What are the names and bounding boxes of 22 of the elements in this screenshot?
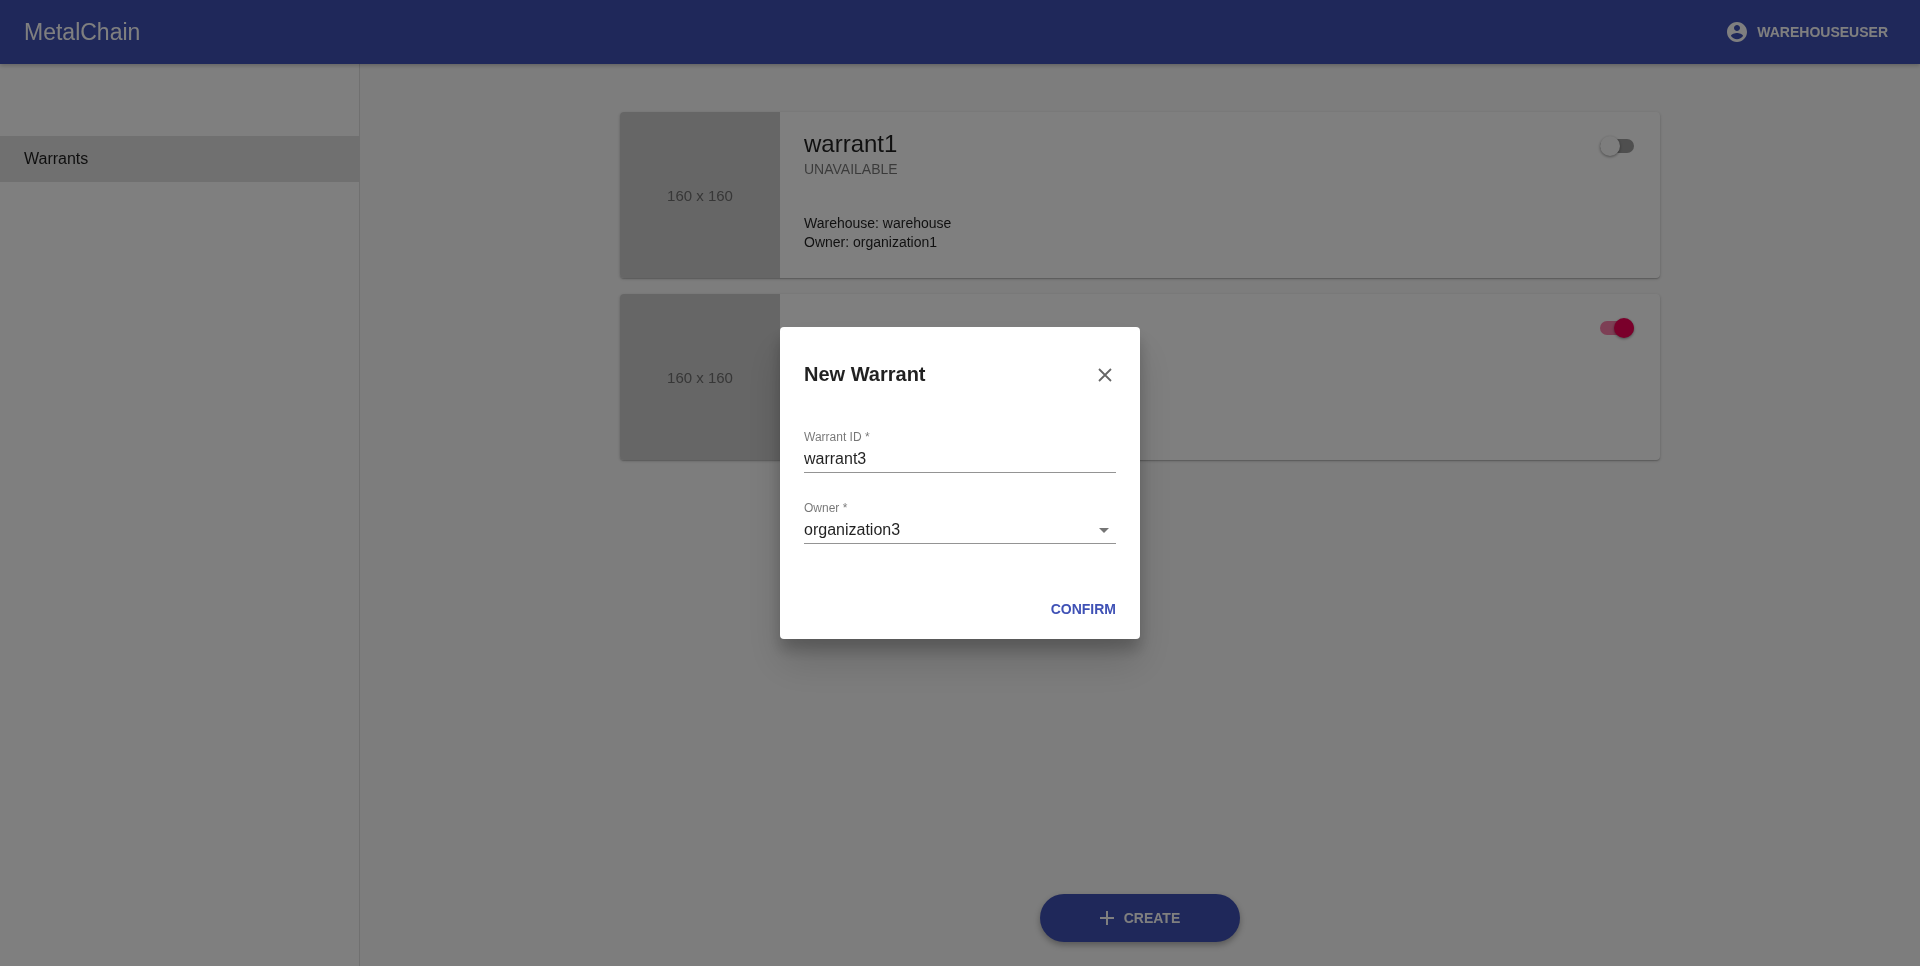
field-label: Owner * (804, 501, 849, 515)
switch-thumb[interactable] (1614, 318, 1634, 338)
switch-thumb[interactable] (1600, 136, 1620, 156)
confirm-button[interactable]: CONFIRM (1050, 595, 1116, 623)
close-icon (1098, 367, 1112, 382)
toggle-switch[interactable] (1600, 139, 1634, 153)
input-field[interactable]: Warrant ID * warrant3 (804, 430, 1116, 473)
app-title: MetalChain (24, 18, 141, 46)
dropdown-arrow-icon (1099, 527, 1109, 533)
dialog-title: New Warrant (804, 363, 926, 386)
field-value: organization3 (804, 521, 901, 539)
plus-icon (1099, 911, 1114, 925)
user-button[interactable]: WAREHOUSEUSER (1717, 14, 1896, 50)
card-status: UNAVAILABLE (804, 160, 899, 177)
card-detail: Owner: organization1 (804, 233, 939, 250)
field-value: warrant3 (804, 450, 867, 468)
card-detail: Warehouse: warehouse (804, 214, 953, 231)
select-field[interactable]: Owner * organization3 (804, 501, 1116, 544)
account-icon (1725, 20, 1750, 44)
create-button[interactable]: CREATE (1040, 894, 1240, 942)
field-label: Warrant ID * (804, 430, 871, 444)
card-title: warrant1 (804, 130, 898, 159)
